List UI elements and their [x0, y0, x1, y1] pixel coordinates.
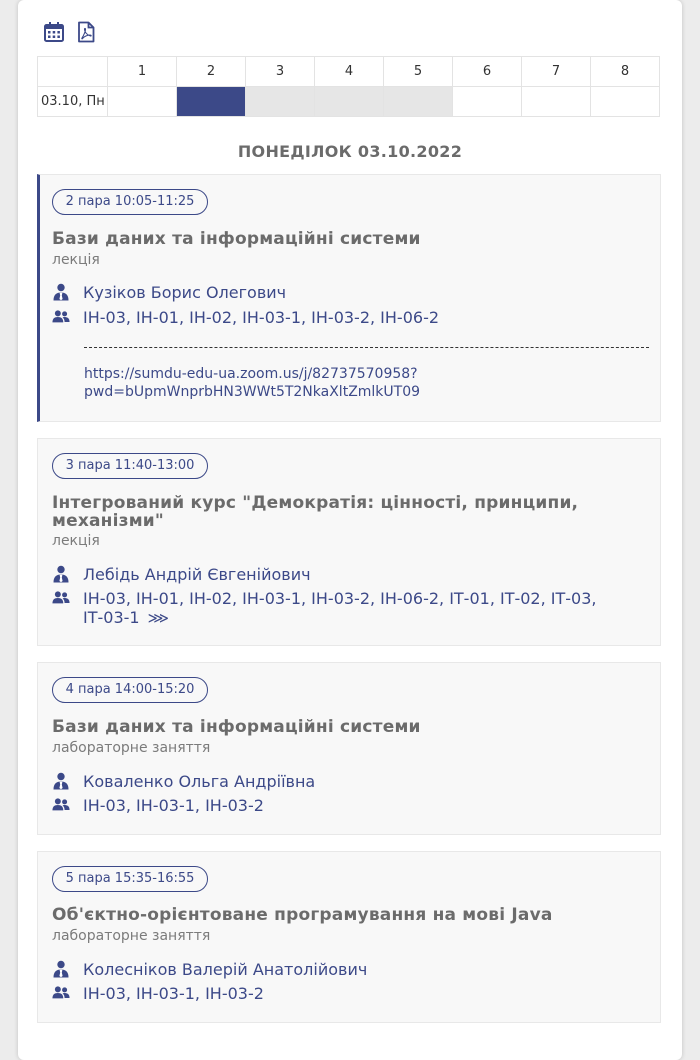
zoom-link-line[interactable]: https://sumdu-edu-ua.zoom.us/j/827375709… — [84, 366, 418, 382]
period-header: 4 — [314, 56, 384, 87]
lesson-type: лабораторне заняття — [52, 740, 211, 756]
teacher-name[interactable]: Кузіков Борис Олегович — [83, 283, 286, 302]
lesson-subject: Бази даних та інформаційні системи — [52, 717, 421, 737]
slot-cell[interactable] — [521, 86, 591, 117]
groups-row: ІН-03, ІН-01, ІН-02, ІН-03-1, ІН-03-2, І… — [52, 308, 632, 327]
period-header: 8 — [590, 56, 660, 87]
divider — [84, 347, 649, 348]
groups-list[interactable]: ІН-03, ІН-01, ІН-02, ІН-03-1, ІН-03-2, І… — [83, 308, 439, 327]
groups-list[interactable]: ІН-03, ІН-03-1, ІН-03-2 — [83, 984, 264, 1003]
teacher-name[interactable]: Колесніков Валерій Анатолійович — [83, 960, 367, 979]
lesson-type: лекція — [52, 252, 100, 268]
lesson-time-badge: 2 пара 10:05-11:25 — [52, 189, 208, 215]
slot-cell[interactable] — [452, 86, 522, 117]
lesson-card[interactable]: 2 пара 10:05-11:25 Бази даних та інформа… — [37, 174, 661, 422]
period-header: 5 — [383, 56, 453, 87]
periods-header-row: 1 2 3 4 5 6 7 8 — [37, 56, 660, 87]
slot-cell[interactable] — [107, 86, 177, 117]
day-label: 03.10, Пн — [37, 86, 108, 117]
groups-line[interactable]: ІТ-03-1 — [83, 608, 140, 627]
groups-row: ІН-03, ІН-03-1, ІН-03-2 — [52, 796, 632, 815]
teacher-icon — [53, 772, 69, 790]
schedule-card: 1 2 3 4 5 6 7 8 03.10, Пн ПОНЕДІЛОК 03.1… — [18, 0, 682, 1060]
period-header: 6 — [452, 56, 522, 87]
teacher-row: Коваленко Ольга Андріївна — [52, 772, 632, 791]
groups-list[interactable]: ІН-03, ІН-03-1, ІН-03-2 — [83, 796, 264, 815]
teacher-icon — [53, 565, 69, 583]
slot-cell-occupied[interactable] — [314, 86, 384, 117]
teacher-icon — [53, 960, 69, 978]
day-slots-table: 1 2 3 4 5 6 7 8 03.10, Пн — [37, 56, 660, 117]
period-header: 2 — [176, 56, 246, 87]
teacher-icon — [53, 283, 69, 301]
users-icon — [52, 798, 70, 811]
groups-line[interactable]: ІН-03, ІН-01, ІН-02, ІН-03-1, ІН-03-2, І… — [83, 589, 597, 608]
pdf-icon[interactable] — [75, 21, 97, 43]
teacher-row: Кузіков Борис Олегович — [52, 283, 632, 302]
lesson-subject: Бази даних та інформаційні системи — [52, 229, 421, 249]
lesson-subject-line: Інтегрований курс "Демократія: цінності,… — [52, 493, 579, 513]
slot-cell-occupied[interactable] — [245, 86, 315, 117]
teacher-row: Колесніков Валерій Анатолійович — [52, 960, 632, 979]
lesson-time-badge: 4 пара 14:00-15:20 — [52, 677, 208, 703]
lesson-type: лабораторне заняття — [52, 928, 211, 944]
corner-cell — [37, 56, 108, 87]
expand-more-icon[interactable]: ⋙ — [148, 609, 169, 627]
slot-cell[interactable] — [590, 86, 660, 117]
groups-row: ІН-03, ІН-01, ІН-02, ІН-03-1, ІН-03-2, І… — [52, 589, 632, 628]
users-icon — [52, 591, 70, 604]
lesson-type: лекція — [52, 533, 100, 549]
day-row: 03.10, Пн — [37, 86, 660, 117]
period-header: 3 — [245, 56, 315, 87]
lesson-subject: Об'єктно-орієнтоване програмування на мо… — [52, 905, 553, 925]
lesson-subject: Інтегрований курс "Демократія: цінності,… — [52, 494, 642, 530]
lesson-card[interactable]: 4 пара 14:00-15:20 Бази даних та інформа… — [37, 662, 661, 835]
lesson-subject-line: механізми" — [52, 511, 164, 531]
period-header: 1 — [107, 56, 177, 87]
lesson-card[interactable]: 5 пара 15:35-16:55 Об'єктно-орієнтоване … — [37, 851, 661, 1023]
teacher-name[interactable]: Лебідь Андрій Євгенійович — [83, 565, 311, 584]
users-icon — [52, 986, 70, 999]
slot-cell-selected[interactable] — [176, 86, 246, 117]
lesson-time-badge: 5 пара 15:35-16:55 — [52, 866, 208, 892]
zoom-link-line[interactable]: pwd=bUpmWnprbHN3WWt5T2NkaXltZmlkUT09 — [84, 384, 420, 400]
day-title: ПОНЕДІЛОК 03.10.2022 — [237, 142, 463, 161]
toolbar — [43, 21, 97, 43]
lesson-time-badge: 3 пара 11:40-13:00 — [52, 453, 208, 479]
slot-cell-occupied[interactable] — [383, 86, 453, 117]
period-header: 7 — [521, 56, 591, 87]
users-icon — [52, 310, 70, 323]
lesson-card[interactable]: 3 пара 11:40-13:00 Інтегрований курс "Де… — [37, 438, 661, 646]
teacher-name[interactable]: Коваленко Ольга Андріївна — [83, 772, 315, 791]
teacher-row: Лебідь Андрій Євгенійович — [52, 565, 632, 584]
groups-list: ІН-03, ІН-01, ІН-02, ІН-03-1, ІН-03-2, І… — [83, 589, 597, 628]
calendar-icon[interactable] — [43, 21, 65, 43]
groups-row: ІН-03, ІН-03-1, ІН-03-2 — [52, 984, 632, 1003]
zoom-link[interactable]: https://sumdu-edu-ua.zoom.us/j/827375709… — [84, 365, 644, 401]
